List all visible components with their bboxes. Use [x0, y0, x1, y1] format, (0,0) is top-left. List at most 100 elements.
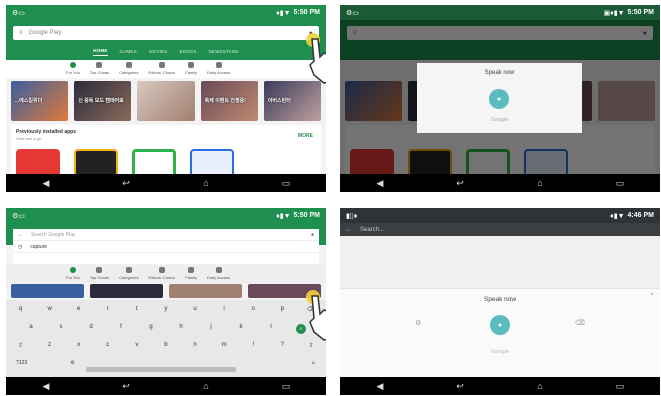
key[interactable]: d [81, 324, 101, 334]
back-arrow-icon[interactable]: ← [18, 232, 23, 238]
key[interactable]: ? [272, 342, 292, 349]
backspace-icon[interactable]: ⌫ [575, 319, 585, 327]
suggestion-row[interactable]: ◷ capture [13, 241, 319, 253]
key[interactable]: t [127, 306, 147, 313]
back-icon[interactable]: ↩ [450, 178, 470, 189]
tab-home[interactable]: HOME [93, 48, 108, 56]
recents-icon[interactable]: ▭ [276, 381, 296, 392]
recents-icon[interactable]: ▭ [276, 178, 296, 189]
mic-button[interactable]: ● [490, 315, 510, 335]
play-app-bar: ≡ Google Play ● HOME GAMES MOVIES BOOKS … [6, 20, 326, 60]
key[interactable]: r [98, 306, 118, 313]
recents-icon[interactable]: ▭ [610, 381, 630, 392]
settings-key[interactable]: ⚙ [70, 360, 74, 366]
speak-now-label: Speak now [483, 296, 517, 303]
nav-bar: ◀ ↩ ⌂ ▭ [340, 377, 660, 395]
search-input-row[interactable]: ← Search Google Play ● [13, 229, 319, 241]
subnav-for-you[interactable]: For You [66, 265, 80, 283]
key[interactable]: j [201, 324, 221, 334]
subnav-top-charts[interactable]: Top Charts [90, 60, 109, 78]
key[interactable]: z [40, 342, 60, 349]
back-icon[interactable]: ↩ [116, 381, 136, 392]
subnav-categories[interactable]: Categories [119, 265, 138, 283]
key[interactable]: l [261, 324, 281, 334]
banner-1[interactable] [11, 284, 84, 298]
subnav-early-access[interactable]: Early Access [207, 60, 230, 78]
hand-cursor-icon [309, 295, 326, 341]
subnav-family[interactable]: Family [185, 60, 197, 78]
key[interactable]: ! [243, 342, 263, 349]
gear-icon[interactable]: ⚙ [415, 319, 421, 327]
banner-3[interactable] [137, 81, 195, 121]
signal-icons: ♦▮▼ [610, 212, 625, 220]
volume-icon[interactable]: ◀ [36, 178, 56, 189]
key[interactable]: g [141, 324, 161, 334]
subnav-editors-choice[interactable]: Editors' Choice [148, 60, 175, 78]
subnav-editors-choice[interactable]: Editors' Choice [148, 265, 175, 283]
banner-1[interactable]: ...에스킬위더 [11, 81, 69, 121]
banner-2[interactable] [90, 284, 163, 298]
key[interactable]: k [231, 324, 251, 334]
banner-3[interactable] [169, 284, 242, 298]
more-button[interactable]: MORE [298, 133, 313, 139]
key[interactable]: e [69, 306, 89, 313]
subnav-for-you[interactable]: For You [66, 60, 80, 78]
featured-banners: ...에스킬위더 신 중독 모드 캠테어로 축제 이벤트 진행중! 이버스틴터 [11, 81, 322, 121]
key[interactable]: u [185, 306, 205, 313]
key[interactable]: y [156, 306, 176, 313]
back-arrow-icon[interactable]: ← [346, 227, 352, 233]
status-bar: ⚙▭ ▣♦▮▼ 5:50 PM [340, 5, 660, 20]
spacebar[interactable] [86, 367, 236, 372]
subnav-early-access[interactable]: Early Access [207, 265, 230, 283]
key[interactable]: a [21, 324, 41, 334]
panel-play-home: ⚙▭ ♦▮▼5:50 PM ≡ Google Play ● HOME GAMES… [6, 5, 326, 192]
tab-games[interactable]: GAMES [120, 49, 137, 54]
subnav-top-charts[interactable]: Top Charts [90, 265, 109, 283]
home-icon[interactable]: ⌂ [530, 178, 550, 188]
key[interactable]: c [98, 342, 118, 349]
mic-button[interactable]: ● [489, 89, 509, 109]
banner-5[interactable]: 이버스틴터 [263, 81, 322, 121]
tab-movies[interactable]: MOVIES [149, 49, 168, 54]
tab-books[interactable]: BOOKS [180, 49, 197, 54]
key[interactable]: x [69, 342, 89, 349]
search-bar[interactable]: ← Search... [340, 223, 660, 236]
home-icon[interactable]: ⌂ [196, 381, 216, 391]
emoji-key[interactable]: ☺ [311, 360, 316, 366]
key[interactable]: i [214, 306, 234, 313]
keyboard-row-3: ⇧ z x c v b n m ! ? ⇧ [6, 342, 326, 349]
key[interactable]: q [11, 306, 31, 313]
play-search-bar[interactable]: ≡ Google Play ● [13, 26, 319, 40]
key[interactable]: p [272, 306, 292, 313]
mic-icon[interactable]: ● [311, 232, 314, 238]
home-icon[interactable]: ⌂ [196, 178, 216, 188]
shift-key[interactable]: ⇧ [11, 342, 31, 349]
volume-icon[interactable]: ◀ [370, 381, 390, 392]
subnav-categories[interactable]: Categories [119, 60, 138, 78]
banner-4[interactable]: 축제 이벤트 진행중! [200, 81, 258, 121]
app-icon: ⚙▭ [12, 9, 25, 17]
back-icon[interactable]: ↩ [116, 178, 136, 189]
key[interactable]: h [171, 324, 191, 334]
tab-newsstand[interactable]: NEWSSTAND [209, 49, 239, 54]
key[interactable]: v [127, 342, 147, 349]
key[interactable]: b [156, 342, 176, 349]
back-icon[interactable]: ↩ [450, 381, 470, 392]
subnav-family[interactable]: Family [185, 265, 197, 283]
symbols-key[interactable]: ?123 [16, 360, 27, 366]
menu-icon[interactable]: ≡ [19, 30, 23, 36]
banner-2[interactable]: 신 중독 모드 캠테어로 [74, 81, 132, 121]
for-you-icon [69, 267, 76, 273]
key[interactable]: m [214, 342, 234, 349]
key[interactable]: s [51, 324, 71, 334]
space-key[interactable] [118, 360, 268, 366]
key[interactable]: n [185, 342, 205, 349]
key[interactable]: o [243, 306, 263, 313]
shift-key[interactable]: ⇧ [301, 342, 321, 349]
recents-icon[interactable]: ▭ [610, 178, 630, 189]
key[interactable]: f [111, 324, 131, 334]
volume-icon[interactable]: ◀ [36, 381, 56, 392]
volume-icon[interactable]: ◀ [370, 178, 390, 189]
key[interactable]: w [40, 306, 60, 313]
home-icon[interactable]: ⌂ [530, 381, 550, 391]
